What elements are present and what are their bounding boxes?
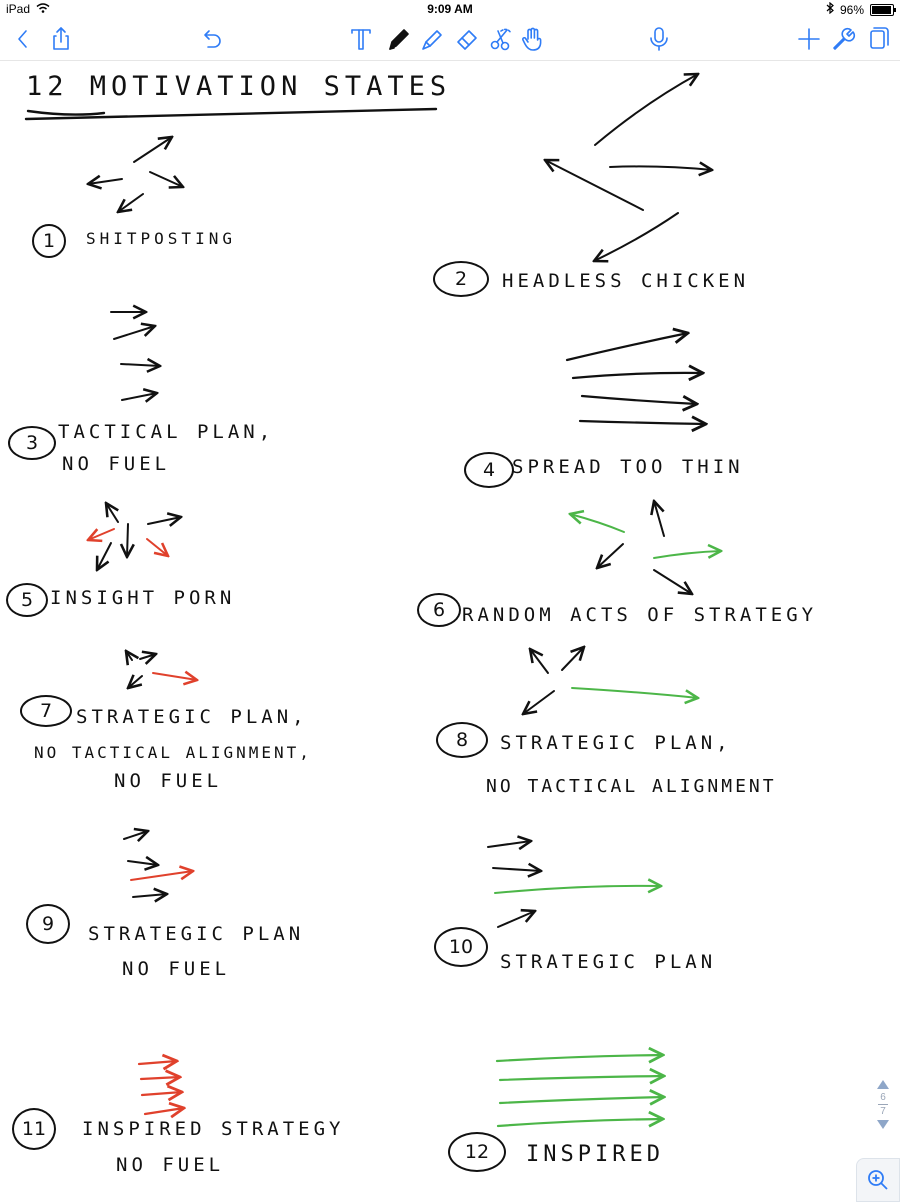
- settings-button[interactable]: [826, 22, 860, 56]
- page-divider: [878, 1104, 888, 1105]
- page-indicator[interactable]: 6 7: [872, 1080, 894, 1129]
- zoom-in-icon: [868, 1170, 888, 1190]
- lasso-scissors-icon: [490, 28, 512, 51]
- microphone-button[interactable]: [642, 22, 676, 56]
- status-bar: iPad 9:09 AM 96%: [0, 0, 900, 18]
- state-label: RANDOM ACTS OF STRATEGY: [462, 604, 818, 626]
- state-label: SPREAD TOO THIN: [512, 456, 744, 478]
- battery-level: [872, 5, 892, 14]
- arrows-state-7: [126, 651, 197, 688]
- text-tool-button[interactable]: [344, 22, 378, 56]
- state-number: 4: [464, 452, 514, 488]
- state-label: INSPIRED STRATEGY: [82, 1118, 345, 1140]
- note-title: 12 MOTIVATION STATES: [26, 71, 452, 102]
- back-chevron-icon: [18, 30, 27, 48]
- notes-toolbar: [0, 18, 900, 61]
- arrows-state-11: [137, 1061, 184, 1114]
- hand-tool-button[interactable]: [516, 22, 550, 56]
- battery-icon: [870, 3, 896, 16]
- state-label: NO FUEL: [114, 770, 223, 792]
- eraser-tool-icon: [457, 30, 477, 50]
- state-number: 3: [8, 426, 56, 460]
- share-button[interactable]: [44, 22, 78, 56]
- state-label: INSPIRED: [526, 1142, 664, 1167]
- arrows-state-2: [545, 74, 712, 261]
- state-number: 6: [417, 593, 461, 627]
- eraser-tool-button[interactable]: [450, 22, 484, 56]
- state-label: HEADLESS CHICKEN: [502, 270, 750, 292]
- arrows-state-8: [523, 647, 698, 714]
- arrows-state-9: [123, 831, 193, 897]
- state-number: 1: [32, 224, 66, 258]
- state-number: 9: [26, 904, 70, 944]
- bluetooth-icon: [826, 1, 834, 17]
- state-number: 7: [20, 695, 72, 727]
- arrows-state-12: [495, 1055, 664, 1126]
- current-page: 6: [880, 1092, 886, 1103]
- wrench-icon: [833, 27, 856, 50]
- state-label: NO TACTICAL ALIGNMENT,: [34, 743, 312, 762]
- battery-percent: 96%: [839, 2, 864, 17]
- hand-tool-icon: [522, 27, 542, 51]
- state-label: INSIGHT PORN: [50, 587, 236, 609]
- note-canvas[interactable]: 12 MOTIVATION STATES 1 SHITPOSTING 2 HEA…: [0, 61, 900, 1200]
- state-label: SHITPOSTING: [86, 229, 236, 248]
- state-number: 12: [448, 1132, 506, 1172]
- total-pages: 7: [880, 1106, 886, 1117]
- arrows-state-3: [110, 312, 160, 400]
- state-label: NO FUEL: [62, 453, 171, 475]
- state-label: STRATEGIC PLAN: [500, 951, 717, 973]
- undo-button[interactable]: [194, 22, 228, 56]
- state-number: 11: [12, 1108, 56, 1150]
- pen-tool-icon: [389, 29, 409, 50]
- add-icon: [798, 28, 820, 50]
- arrows-state-1: [88, 137, 183, 212]
- back-button[interactable]: [6, 22, 40, 56]
- arrows-state-10: [487, 841, 661, 928]
- state-number: 10: [434, 927, 488, 967]
- text-tool-icon: [351, 29, 371, 50]
- page-up-icon[interactable]: [877, 1080, 889, 1089]
- page-down-icon[interactable]: [877, 1120, 889, 1129]
- undo-icon: [204, 30, 221, 48]
- state-label: STRATEGIC PLAN,: [500, 732, 732, 754]
- highlighter-tool-icon: [422, 30, 442, 50]
- state-label: TACTICAL PLAN,: [58, 421, 275, 443]
- add-button[interactable]: [792, 22, 826, 56]
- microphone-icon: [650, 27, 668, 51]
- pages-icon: [870, 27, 889, 49]
- arrows-state-5: [88, 503, 181, 570]
- zoom-button[interactable]: [856, 1158, 900, 1202]
- clock: 9:09 AM: [427, 2, 473, 16]
- state-label: NO FUEL: [116, 1154, 225, 1176]
- pages-button[interactable]: [860, 22, 894, 56]
- arrows-state-4: [565, 333, 706, 424]
- state-number: 5: [6, 583, 48, 617]
- highlighter-tool-button[interactable]: [414, 22, 448, 56]
- arrows-state-6: [570, 501, 721, 594]
- state-label: NO TACTICAL ALIGNMENT: [486, 776, 777, 797]
- state-number: 2: [433, 261, 489, 297]
- lasso-tool-button[interactable]: [484, 22, 518, 56]
- state-label: STRATEGIC PLAN: [88, 923, 305, 945]
- state-label: STRATEGIC PLAN,: [76, 706, 308, 728]
- state-label: NO FUEL: [122, 958, 231, 980]
- share-icon: [53, 27, 69, 50]
- title-underline: [24, 107, 438, 121]
- state-number: 8: [436, 722, 488, 758]
- pen-tool-button[interactable]: [380, 22, 414, 56]
